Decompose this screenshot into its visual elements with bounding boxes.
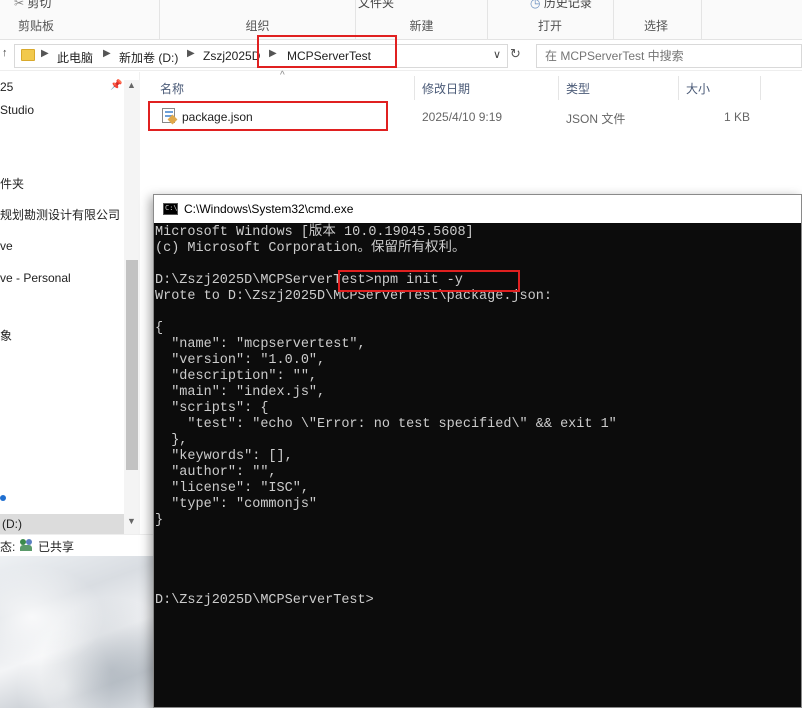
console-line: "version": "1.0.0",: [155, 353, 326, 368]
cut-label: 剪切: [27, 0, 52, 10]
nav-item-onedrive[interactable]: ve: [0, 239, 13, 253]
ribbon-group-new: 文件夹 新建: [356, 0, 488, 40]
scroll-down-icon[interactable]: ▼: [127, 516, 136, 526]
ribbon-group-select: 选择: [614, 0, 702, 40]
console-line: Wrote to D:\Zszj2025D\MCPServerTest\pack…: [155, 289, 552, 304]
column-header-size[interactable]: 大小: [686, 80, 710, 97]
console-line: },: [155, 433, 188, 448]
file-date: 2025/4/10 9:19: [422, 110, 503, 124]
refresh-icon[interactable]: ↻: [510, 46, 521, 62]
select-group-label: 选择: [644, 19, 669, 33]
ribbon-group-organize: 组织: [160, 0, 356, 40]
console-line: "name": "mcpservertest",: [155, 337, 366, 352]
nav-scrollbar-thumb[interactable]: [126, 260, 138, 470]
history-label: 历史记录: [543, 0, 592, 10]
ribbon: ✂ 剪切 剪贴板 组织 文件夹 新建 ◷ 历史记录 打开 选择: [0, 0, 802, 40]
console-line: "test": "echo \"Error: no test specified…: [155, 417, 617, 432]
column-divider[interactable]: [760, 76, 761, 100]
file-size: 1 KB: [724, 110, 751, 124]
breadcrumb-zszj2025d[interactable]: Zszj2025D: [203, 49, 260, 63]
shared-users-icon: [20, 539, 34, 551]
history-button[interactable]: ◷ 历史记录: [530, 0, 592, 11]
ribbon-group-clipboard: ✂ 剪切 剪贴板: [0, 0, 160, 40]
drive-dot-icon: [0, 495, 6, 501]
console-line: "keywords": [],: [155, 449, 293, 464]
status-shared: 已共享: [38, 540, 75, 554]
nav-item-folder[interactable]: 件夹: [0, 175, 24, 192]
pin-icon[interactable]: 📌: [110, 80, 122, 91]
breadcrumb-mcpservertest[interactable]: MCPServerTest: [287, 49, 371, 63]
console-line: "type": "commonjs": [155, 497, 318, 512]
column-divider[interactable]: [678, 76, 679, 100]
console-line: {: [155, 321, 164, 336]
path-breadcrumb[interactable]: ▶ 此电脑 ▶ 新加卷 (D:) ▶ Zszj2025D ▶ MCPServer…: [14, 44, 508, 68]
cmd-title: C:\Windows\System32\cmd.exe: [184, 202, 354, 216]
scissors-icon: ✂: [14, 0, 25, 10]
new-group-label: 新建: [409, 19, 434, 33]
chevron-right-icon[interactable]: ▶: [269, 48, 277, 59]
json-file-icon: [162, 108, 178, 125]
column-header-date[interactable]: 修改日期: [422, 80, 470, 97]
column-header-name[interactable]: 名称: [160, 80, 184, 97]
console-line: "description": "",: [155, 369, 318, 384]
console-line: "scripts": {: [155, 401, 269, 416]
console-line: }: [155, 513, 164, 528]
column-header-type[interactable]: 类型: [566, 80, 590, 97]
nav-item-pictures[interactable]: 象: [0, 327, 12, 344]
history-icon: ◷: [530, 0, 541, 10]
console-line: "license": "ISC",: [155, 481, 309, 496]
console-line: "author": "",: [155, 465, 277, 480]
file-type: JSON 文件: [566, 112, 626, 126]
sort-up-icon: ^: [280, 70, 285, 81]
console-line: (c) Microsoft Corporation。保留所有权利。: [155, 241, 466, 256]
cut-button[interactable]: ✂ 剪切: [14, 0, 51, 11]
ribbon-group-open: ◷ 历史记录 打开: [488, 0, 614, 40]
nav-item-drive-d-label: (D:): [2, 517, 22, 531]
organize-group-label: 组织: [245, 19, 270, 33]
console-line: Microsoft Windows [版本 10.0.19045.5608]: [155, 225, 474, 240]
column-divider[interactable]: [414, 76, 415, 100]
chevron-right-icon[interactable]: ▶: [103, 48, 111, 59]
breadcrumb-this-pc[interactable]: 此电脑: [57, 49, 93, 66]
address-bar: ↑ ▶ 此电脑 ▶ 新加卷 (D:) ▶ Zszj2025D ▶ MCPServ…: [0, 41, 802, 71]
nav-item-onedrive-personal[interactable]: ve - Personal: [0, 271, 71, 285]
nav-item-studio[interactable]: Studio: [0, 103, 34, 117]
console-line: D:\Zszj2025D\MCPServerTest>npm init -y: [155, 273, 463, 288]
cmd-window[interactable]: C:\ C:\Windows\System32\cmd.exe Microsof…: [153, 194, 802, 708]
search-input[interactable]: [537, 45, 801, 67]
console-output[interactable]: Microsoft Windows [版本 10.0.19045.5608] (c…: [154, 225, 801, 708]
up-arrow-icon[interactable]: ↑: [2, 47, 8, 59]
cmd-title-bar[interactable]: C:\ C:\Windows\System32\cmd.exe: [154, 195, 801, 223]
scroll-up-icon[interactable]: ▲: [127, 80, 136, 90]
folder-icon: [21, 49, 35, 61]
nav-scrollbar[interactable]: ▲ ▼: [124, 80, 140, 534]
console-line: "main": "index.js",: [155, 385, 326, 400]
nav-item-company[interactable]: 规划勘测设计有限公司: [0, 206, 120, 223]
cmd-icon: C:\: [163, 203, 178, 215]
new-folder-button[interactable]: 文件夹: [358, 0, 394, 11]
search-box[interactable]: [536, 44, 802, 68]
nav-item-drive-d[interactable]: (D:): [0, 514, 124, 534]
console-line: D:\Zszj2025D\MCPServerTest>: [155, 593, 374, 608]
clipboard-group-label: 剪贴板: [18, 19, 55, 33]
chevron-down-icon[interactable]: ∨: [493, 48, 501, 61]
breadcrumb-drive-d[interactable]: 新加卷 (D:): [119, 49, 178, 66]
column-divider[interactable]: [558, 76, 559, 100]
table-row[interactable]: package.json 2025/4/10 9:19 JSON 文件 1 KB: [142, 102, 802, 130]
desktop-wallpaper: [0, 556, 160, 708]
file-name[interactable]: package.json: [182, 110, 253, 124]
open-group-label: 打开: [538, 19, 563, 33]
nav-item-recent[interactable]: 25: [0, 80, 13, 94]
status-prefix: 态:: [0, 540, 16, 554]
chevron-right-icon[interactable]: ▶: [41, 48, 49, 59]
chevron-right-icon[interactable]: ▶: [187, 48, 195, 59]
navigation-pane: 25 📌 Studio 件夹 规划勘测设计有限公司 ve ve - Person…: [0, 72, 140, 534]
